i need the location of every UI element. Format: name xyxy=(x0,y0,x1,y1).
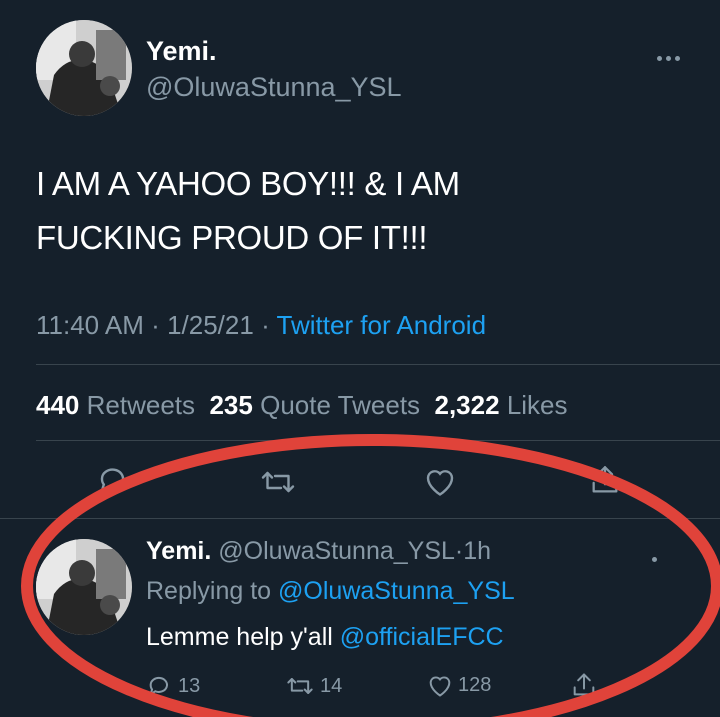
more-options-icon[interactable] xyxy=(657,48,684,66)
avatar-photo xyxy=(36,20,132,116)
engagement-stats: 440 Retweets 235 Quote Tweets 2,322 Like… xyxy=(36,390,568,421)
reply-icon[interactable] xyxy=(96,462,132,498)
retweets-stat[interactable]: 440 Retweets xyxy=(36,390,195,420)
tweet-text-line-2: FUCKING PROUD OF IT!!! xyxy=(36,219,428,256)
avatar-photo xyxy=(36,539,132,635)
tweet-text-line-1: I AM A YAHOO BOY!!! & I AM xyxy=(36,165,460,202)
retweets-count: 440 xyxy=(36,390,80,420)
reply-author-handle[interactable]: @OluwaStunna_YSL xyxy=(218,537,455,565)
reply-reply-button[interactable]: 13 xyxy=(146,672,200,700)
reply-like-button[interactable]: 128 xyxy=(426,672,491,698)
quote-tweets-stat[interactable]: 235 Quote Tweets xyxy=(209,390,420,420)
reply-more-icon[interactable] xyxy=(652,549,657,567)
reply-age[interactable]: 1h xyxy=(463,537,491,565)
reply-header: Yemi. @OluwaStunna_YSL·1h xyxy=(146,537,491,566)
reply-body: Lemme help y'all xyxy=(146,623,333,651)
like-icon xyxy=(429,676,451,697)
author-handle[interactable]: @OluwaStunna_YSL xyxy=(146,72,402,103)
divider xyxy=(36,440,720,441)
replying-to-line: Replying to @OluwaStunna_YSL xyxy=(146,577,515,606)
meta-separator: · xyxy=(261,310,270,340)
tweet-source[interactable]: Twitter for Android xyxy=(277,310,487,340)
avatar[interactable] xyxy=(36,20,132,116)
reply-like-count: 128 xyxy=(458,673,492,696)
retweet-icon xyxy=(287,678,313,694)
reply-separator: · xyxy=(454,537,464,565)
tweet-date[interactable]: 1/25/21 xyxy=(167,310,254,340)
retweets-label: Retweets xyxy=(86,390,196,420)
retweet-icon[interactable] xyxy=(258,464,298,500)
replying-to-label: Replying to xyxy=(146,577,272,605)
replying-to-handle[interactable]: @OluwaStunna_YSL xyxy=(278,577,515,605)
reply-retweet-button[interactable]: 14 xyxy=(284,672,342,700)
author-name[interactable]: Yemi. xyxy=(146,36,217,67)
reply-reply-count: 13 xyxy=(178,674,201,697)
reply-avatar[interactable] xyxy=(36,539,132,635)
like-icon[interactable] xyxy=(422,464,458,498)
divider xyxy=(36,364,720,365)
likes-label: Likes xyxy=(506,390,568,420)
reply-text: Lemme help y'all @officialEFCC xyxy=(146,623,504,652)
reply-share-icon[interactable] xyxy=(570,670,598,700)
share-icon[interactable] xyxy=(588,462,622,498)
likes-stat[interactable]: 2,322 Likes xyxy=(435,390,568,420)
quotes-count: 235 xyxy=(209,390,253,420)
tweet-meta: 11:40 AM · 1/25/21 · Twitter for Android xyxy=(36,310,486,341)
meta-separator: · xyxy=(151,310,160,340)
reply-mention[interactable]: @officialEFCC xyxy=(340,623,504,651)
divider xyxy=(0,518,720,519)
reply-author-name[interactable]: Yemi. xyxy=(146,537,211,565)
quotes-label: Quote Tweets xyxy=(260,390,421,420)
reply-retweet-count: 14 xyxy=(320,674,343,697)
likes-count: 2,322 xyxy=(434,390,500,420)
reply-icon xyxy=(148,676,168,697)
tweet-time[interactable]: 11:40 AM xyxy=(36,310,144,340)
